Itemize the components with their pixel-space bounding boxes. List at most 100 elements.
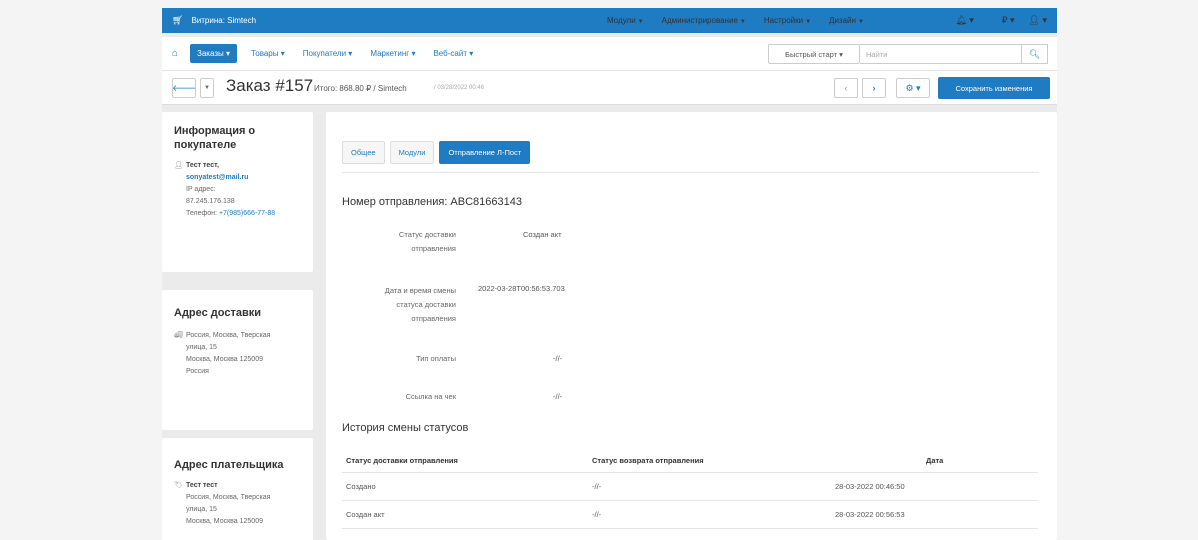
caret-down-icon: ▼ — [739, 19, 746, 25]
shipping-address-card: Адрес доставки 🚚︎ Россия, Москва, Тверска… — [162, 290, 313, 430]
search-input[interactable]: Найти — [860, 44, 1022, 64]
menu-orders[interactable]: Заказы ▾ — [190, 44, 237, 63]
tab-lpost-shipment[interactable]: Отправление Л-Пост — [439, 141, 531, 164]
payment-label: Тип оплаты — [415, 354, 456, 363]
customer-email[interactable]: sonyatest@mail.ru — [186, 172, 248, 184]
admin-frame: 🛒︎ Витрина: Simtech Модули ▼ Администриро… — [162, 8, 1057, 540]
caret-down-icon: ▼ — [637, 19, 644, 25]
table-cell: -//- — [592, 482, 602, 491]
secondary-nav: ⌂ Заказы ▾ Товары ▾ Покупатели ▾ Маркети… — [162, 37, 1057, 71]
tab-modules[interactable]: Модули — [389, 141, 435, 164]
phone-label: Телефон: — [186, 210, 217, 217]
bell-icon[interactable]: 🔔︎ ▾ — [955, 15, 973, 26]
truck-icon: 🚚︎ — [174, 332, 183, 339]
label-line: Дата и время смены — [384, 286, 456, 295]
tab-divider — [342, 172, 1039, 173]
save-changes-button[interactable]: Сохранить изменения — [938, 77, 1050, 99]
status-value: Создан акт — [523, 230, 562, 239]
datetime-label: Дата и время смены статуса доставки отпр… — [340, 284, 456, 326]
top-nav-label: Администрирование — [661, 16, 738, 25]
search-icon[interactable]: 🔍︎ — [1022, 44, 1048, 64]
tabs: Общее Модули Отправление Л-Пост — [342, 141, 535, 164]
label-line: статуса доставки — [396, 300, 456, 309]
prev-order-icon[interactable]: ‹ — [834, 78, 858, 98]
top-nav-label: Модули — [607, 16, 636, 25]
store-switcher[interactable]: 🛒︎ Витрина: Simtech — [172, 15, 256, 26]
top-right-tools: 🔔︎ ▾ ₽ ▾ 👤︎ ▾ — [941, 8, 1047, 33]
column-header: Дата — [926, 456, 944, 465]
customer-info-card: Информация о покупателе 👤︎ Тест тест, son… — [162, 112, 313, 272]
menu-products[interactable]: Товары ▾ — [251, 49, 285, 58]
billing-heading: Адрес плательщика — [174, 459, 284, 471]
top-nav-label: Настройки — [763, 16, 804, 25]
table-header: Статус доставки отправления Статус возвр… — [342, 448, 1038, 473]
menu-label: Покупатели — [302, 49, 347, 58]
top-nav-administration[interactable]: Администрирование ▼ — [662, 16, 746, 25]
history-heading: История смены статусов — [342, 422, 469, 434]
user-icon: 👤︎ — [174, 162, 183, 169]
billing-line: улица, 15 — [186, 506, 217, 513]
currency-switcher[interactable]: ₽ ▾ — [988, 15, 1015, 26]
cart-icon: 🛒︎ — [172, 15, 184, 25]
menu-label: Маркетинг — [370, 49, 410, 58]
order-total: Итого: 868.80 ₽ / Simtech — [314, 84, 407, 93]
back-arrow-icon[interactable]: 🡐 — [172, 78, 196, 98]
currency-label: ₽ — [1001, 15, 1008, 25]
column-header: Статус возврата отправления — [592, 456, 704, 465]
shipping-heading: Адрес доставки — [174, 307, 262, 319]
history-table: Статус доставки отправления Статус возвр… — [342, 448, 1038, 529]
menu-label: Заказы — [197, 49, 224, 58]
main-panel: Общее Модули Отправление Л-Пост Номер от… — [326, 112, 1057, 540]
ip-value: 87.245.176.138 — [186, 198, 235, 205]
user-icon[interactable]: 👤︎ ▾ — [1029, 15, 1047, 26]
shipping-line: Россия, Москва, Тверская — [186, 332, 271, 339]
menu-marketing[interactable]: Маркетинг ▾ — [370, 49, 415, 58]
quick-start-button[interactable]: Быстрый старт ▾ — [768, 44, 860, 64]
label-line: отправления — [411, 244, 456, 253]
receipt-value: -//- — [553, 392, 563, 401]
table-cell: -//- — [592, 510, 602, 519]
page-title: Заказ #157 — [226, 76, 314, 95]
billing-address-card: Адрес плательщика 🏷︎ Тест тест Россия, Мо… — [162, 438, 313, 540]
column-header: Статус доставки отправления — [346, 456, 458, 465]
quick-start-label: Быстрый старт — [785, 49, 838, 59]
top-nav-modules[interactable]: Модули ▼ — [607, 16, 644, 25]
label-line: Статус доставки — [398, 230, 456, 239]
table-row: Создан акт -//- 28-03-2022 00:56:53 — [342, 501, 1038, 529]
label-line: отправления — [411, 314, 456, 323]
menu-label: Веб-сайт — [433, 49, 467, 58]
billing-line: Москва, Москва 125009 — [186, 518, 263, 525]
top-nav-label: Дизайн — [829, 16, 856, 25]
customer-heading: Информация о покупателе — [174, 125, 256, 151]
store-label: Витрина: Simtech — [191, 16, 257, 25]
status-label: Статус доставки отправления — [340, 228, 456, 256]
payment-value: -//- — [553, 354, 563, 363]
top-nav-design[interactable]: Дизайн ▼ — [829, 16, 864, 25]
gear-icon[interactable]: ⚙ ▾ — [896, 78, 930, 98]
table-cell: 28-03-2022 00:56:53 — [835, 510, 905, 519]
datetime-value: 2022-03-28T00:56:53.703 — [478, 284, 565, 293]
menu-website[interactable]: Веб-сайт ▾ — [433, 49, 473, 58]
tag-icon: 🏷︎ — [174, 482, 183, 489]
menu-customers[interactable]: Покупатели ▾ — [303, 49, 353, 58]
caret-down-icon: ▼ — [857, 19, 864, 25]
caret-down-icon[interactable]: ▼ — [200, 78, 214, 98]
billing-line: Россия, Москва, Тверская — [186, 494, 271, 501]
caret-down-icon: ▼ — [805, 19, 812, 25]
table-cell: Создано — [346, 482, 376, 491]
menu-label: Товары — [250, 49, 279, 58]
table-row: Создано -//- 28-03-2022 00:46:50 — [342, 473, 1038, 501]
shipping-line: Москва, Москва 125009 — [186, 356, 263, 363]
tab-general[interactable]: Общее — [342, 141, 385, 164]
table-cell: 28-03-2022 00:46:50 — [835, 482, 905, 491]
shipping-line: улица, 15 — [186, 344, 217, 351]
ip-label: IP адрес: — [186, 186, 216, 193]
receipt-label: Ссылка на чек — [405, 392, 456, 401]
top-nav: Модули ▼ Администрирование ▼ Настройки ▼ Ди… — [607, 8, 882, 33]
phone-link[interactable]: +7(985)666-77-88 — [219, 208, 275, 220]
home-icon[interactable]: ⌂ — [172, 48, 186, 59]
top-nav-settings[interactable]: Настройки ▼ — [764, 16, 811, 25]
main-menu: Заказы ▾ Товары ▾ Покупатели ▾ Маркетинг… — [190, 44, 491, 63]
next-order-icon[interactable]: › — [862, 78, 886, 98]
shipment-number-heading: Номер отправления: ABC81663143 — [342, 196, 522, 208]
